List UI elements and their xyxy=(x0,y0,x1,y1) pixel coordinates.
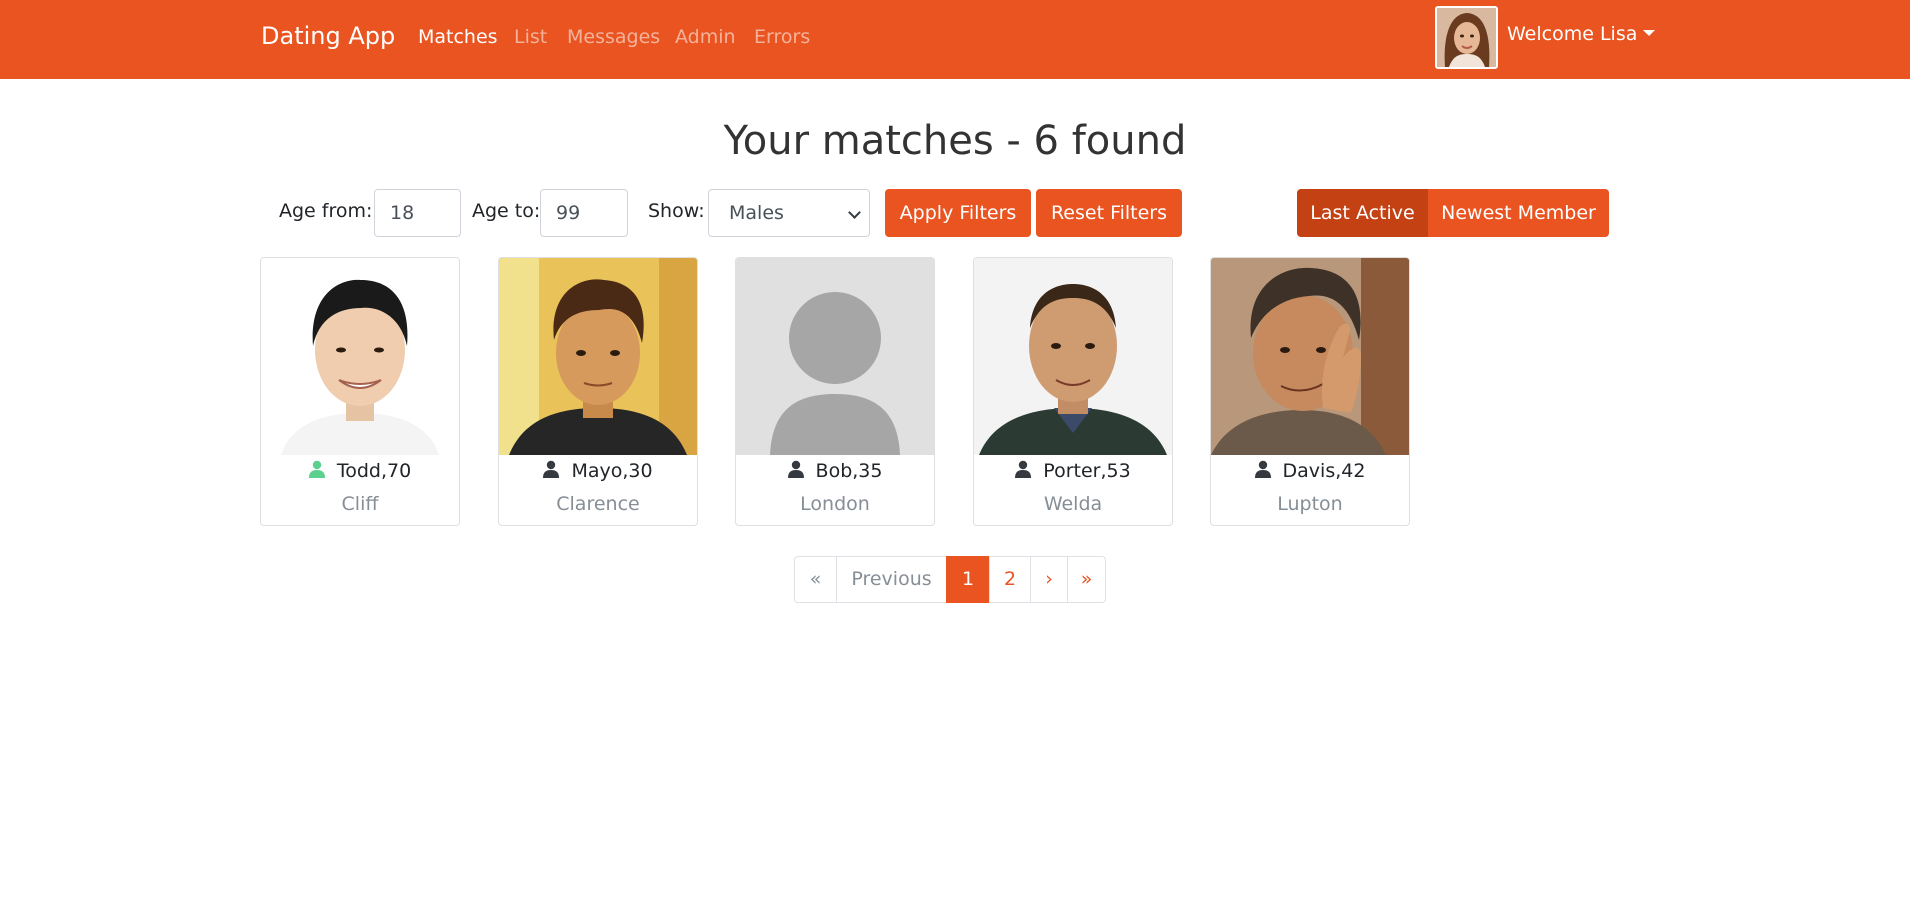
gender-select-value: Males xyxy=(729,202,784,224)
user-menu-toggle[interactable]: Welcome Lisa xyxy=(1507,23,1656,45)
user-icon xyxy=(1254,460,1271,478)
member-city: Cliff xyxy=(341,493,379,515)
member-name: Davis,42 xyxy=(1211,460,1409,482)
navbar: Dating App Matches List Messages Admin E… xyxy=(0,0,1910,79)
member-photo xyxy=(974,258,1172,455)
pagination-first-button[interactable]: « xyxy=(794,556,837,603)
member-card[interactable]: Davis,42 Lupton xyxy=(1210,257,1410,526)
user-avatar[interactable] xyxy=(1435,6,1498,69)
chevron-down-icon xyxy=(848,206,861,219)
member-photo-placeholder xyxy=(736,258,934,455)
member-city: London xyxy=(800,493,870,515)
member-photo xyxy=(261,258,459,455)
nav-link-errors[interactable]: Errors xyxy=(754,26,810,48)
user-icon xyxy=(787,460,804,478)
user-online-icon xyxy=(308,460,325,478)
nav-link-list[interactable]: List xyxy=(514,26,547,48)
pagination-previous-button[interactable]: Previous xyxy=(836,556,947,603)
age-to-label: Age to: xyxy=(472,200,541,222)
member-card[interactable]: Porter,53 Welda xyxy=(973,257,1173,526)
sort-newest-member-button[interactable]: Newest Member xyxy=(1428,189,1609,237)
member-city: Lupton xyxy=(1277,493,1343,515)
sort-last-active-button[interactable]: Last Active xyxy=(1297,189,1428,237)
caret-down-icon xyxy=(1643,30,1656,36)
member-card[interactable]: Mayo,30 Clarence xyxy=(498,257,698,526)
nav-link-messages[interactable]: Messages xyxy=(567,26,660,48)
member-name-text: Todd,70 xyxy=(336,460,412,482)
user-icon xyxy=(1015,460,1032,478)
apply-filters-button[interactable]: Apply Filters xyxy=(885,189,1031,237)
age-from-input[interactable] xyxy=(374,189,461,237)
member-name-text: Davis,42 xyxy=(1282,460,1366,482)
user-icon xyxy=(543,460,560,478)
brand-logo[interactable]: Dating App xyxy=(261,22,395,50)
age-to-input[interactable] xyxy=(540,189,628,237)
member-name: Mayo,30 xyxy=(499,460,697,482)
member-photo xyxy=(499,258,697,455)
show-label: Show: xyxy=(648,200,705,222)
member-name-text: Mayo,30 xyxy=(571,460,653,482)
member-name: Porter,53 xyxy=(974,460,1172,482)
member-photo xyxy=(1211,258,1409,455)
welcome-text: Welcome Lisa xyxy=(1507,23,1638,45)
nav-link-admin[interactable]: Admin xyxy=(675,26,736,48)
page-title: Your matches - 6 found xyxy=(723,118,1187,164)
member-name: Bob,35 xyxy=(736,460,934,482)
member-city: Clarence xyxy=(556,493,640,515)
age-from-label: Age from: xyxy=(279,200,373,222)
nav-link-matches[interactable]: Matches xyxy=(418,26,498,48)
pagination-page-1[interactable]: 1 xyxy=(946,556,990,603)
pagination-last-button[interactable]: » xyxy=(1067,556,1106,603)
member-card[interactable]: Todd,70 Cliff xyxy=(260,257,460,526)
member-name-text: Bob,35 xyxy=(815,460,883,482)
member-card[interactable]: Bob,35 London xyxy=(735,257,935,526)
pagination-page-2[interactable]: 2 xyxy=(989,556,1031,603)
gender-select[interactable]: Males xyxy=(708,189,870,237)
member-name-text: Porter,53 xyxy=(1043,460,1131,482)
member-name: Todd,70 xyxy=(261,460,459,482)
pagination-next-button[interactable]: › xyxy=(1030,556,1068,603)
reset-filters-button[interactable]: Reset Filters xyxy=(1036,189,1182,237)
member-city: Welda xyxy=(1043,493,1103,515)
